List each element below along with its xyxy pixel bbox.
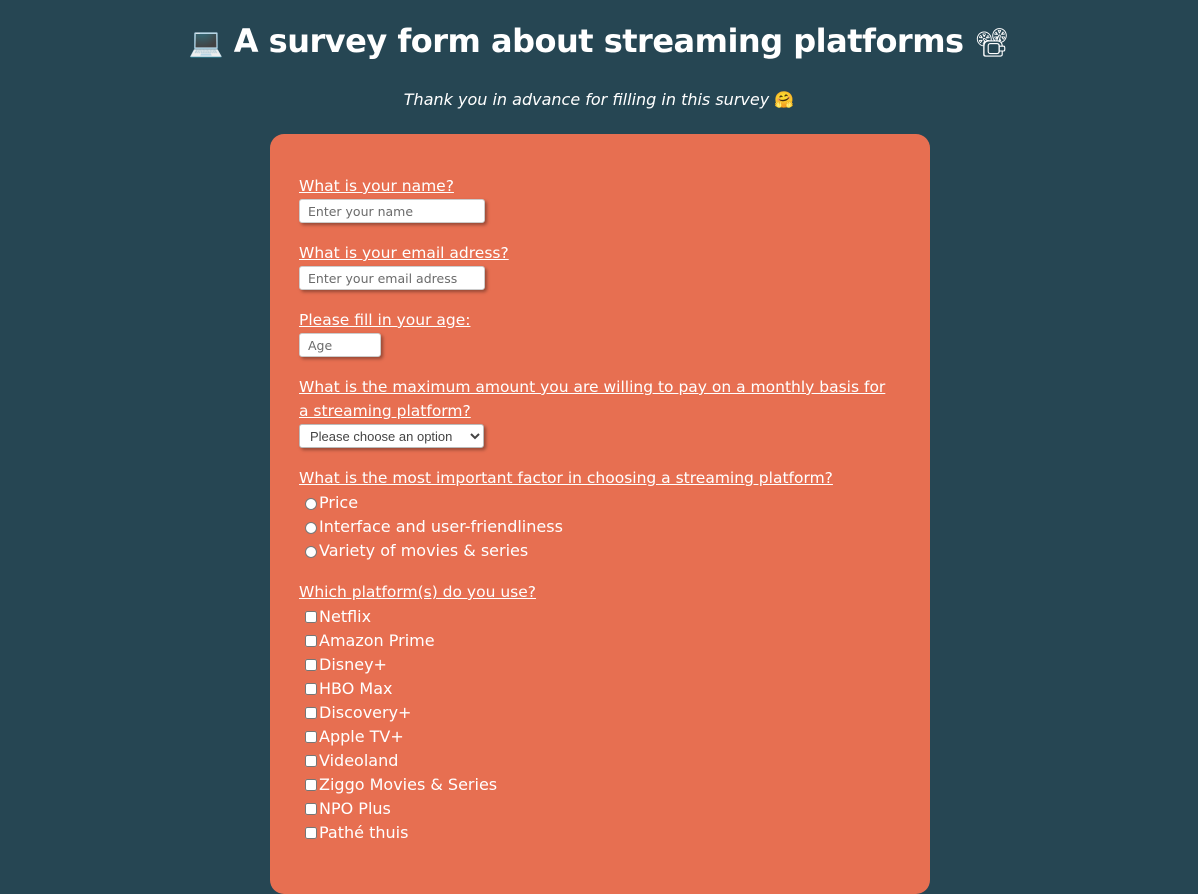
platform-checkbox[interactable] [305,754,317,767]
platform-checkbox[interactable] [305,778,317,791]
platform-option-label: Apple TV+ [319,726,404,746]
page-title-text: A survey form about streaming platforms [233,22,964,60]
name-label: What is your name? [299,177,454,195]
page-title: 💻 A survey form about streaming platform… [0,22,1198,60]
platform-checkbox[interactable] [305,826,317,839]
email-group: What is your email adress? [299,241,901,290]
platform-checkbox[interactable] [305,730,317,743]
budget-label: What is the maximum amount you are willi… [299,378,886,420]
platforms-group: Which platform(s) do you use? Netflix Am… [299,580,901,844]
platform-option-pathe-thuis[interactable]: Pathé thuis [299,820,901,844]
name-group: What is your name? [299,174,901,223]
platform-option-label: Amazon Prime [319,630,435,650]
platform-option-label: Pathé thuis [319,822,409,842]
survey-form: What is your name? What is your email ad… [270,134,930,894]
age-group: Please fill in your age: [299,308,901,357]
factor-option-interface[interactable]: Interface and user-friendliness [299,514,901,538]
hugging-face-icon: 🤗 [774,90,795,109]
factor-option-variety[interactable]: Variety of movies & series [299,538,901,562]
laptop-icon: 💻 [188,26,224,59]
subtitle-text: Thank you in advance for filling in this… [403,90,770,109]
factor-option-price[interactable]: Price [299,490,901,514]
platform-option-label: Ziggo Movies & Series [319,774,498,794]
platform-option-label: HBO Max [319,678,393,698]
factor-option-label: Variety of movies & series [319,540,529,560]
platform-option-amazon-prime[interactable]: Amazon Prime [299,628,901,652]
platform-option-discovery-plus[interactable]: Discovery+ [299,700,901,724]
factor-radio[interactable] [305,498,317,510]
email-input[interactable] [299,266,485,290]
age-label: Please fill in your age: [299,311,471,329]
platform-option-label: Discovery+ [319,702,412,722]
budget-select[interactable]: Please choose an option [299,424,484,448]
platform-checkbox[interactable] [305,682,317,695]
page-subtitle: Thank you in advance for filling in this… [0,90,1198,109]
factor-option-label: Price [319,492,359,512]
factor-option-label: Interface and user-friendliness [319,516,563,536]
platform-option-ziggo[interactable]: Ziggo Movies & Series [299,772,901,796]
platform-option-label: Netflix [319,606,372,626]
budget-group: What is the maximum amount you are willi… [299,375,901,448]
email-label: What is your email adress? [299,244,509,262]
platform-option-npo-plus[interactable]: NPO Plus [299,796,901,820]
name-input[interactable] [299,199,485,223]
platform-option-apple-tv-plus[interactable]: Apple TV+ [299,724,901,748]
platforms-label: Which platform(s) do you use? [299,583,537,601]
platform-checkbox[interactable] [305,802,317,815]
platform-option-label: Videoland [319,750,399,770]
platform-option-netflix[interactable]: Netflix [299,604,901,628]
platform-option-videoland[interactable]: Videoland [299,748,901,772]
factor-radio[interactable] [305,546,317,558]
platform-checkbox[interactable] [305,706,317,719]
platform-option-disney-plus[interactable]: Disney+ [299,652,901,676]
age-input[interactable] [299,333,381,357]
platform-checkbox[interactable] [305,658,317,671]
platform-checkbox[interactable] [305,610,317,623]
factor-group: What is the most important factor in cho… [299,466,901,562]
film-projector-icon: 📽 [974,26,1010,59]
platform-checkbox[interactable] [305,634,317,647]
factor-label: What is the most important factor in cho… [299,469,833,487]
platform-option-hbo-max[interactable]: HBO Max [299,676,901,700]
factor-radio[interactable] [305,522,317,534]
platform-option-label: NPO Plus [319,798,391,818]
platform-option-label: Disney+ [319,654,387,674]
